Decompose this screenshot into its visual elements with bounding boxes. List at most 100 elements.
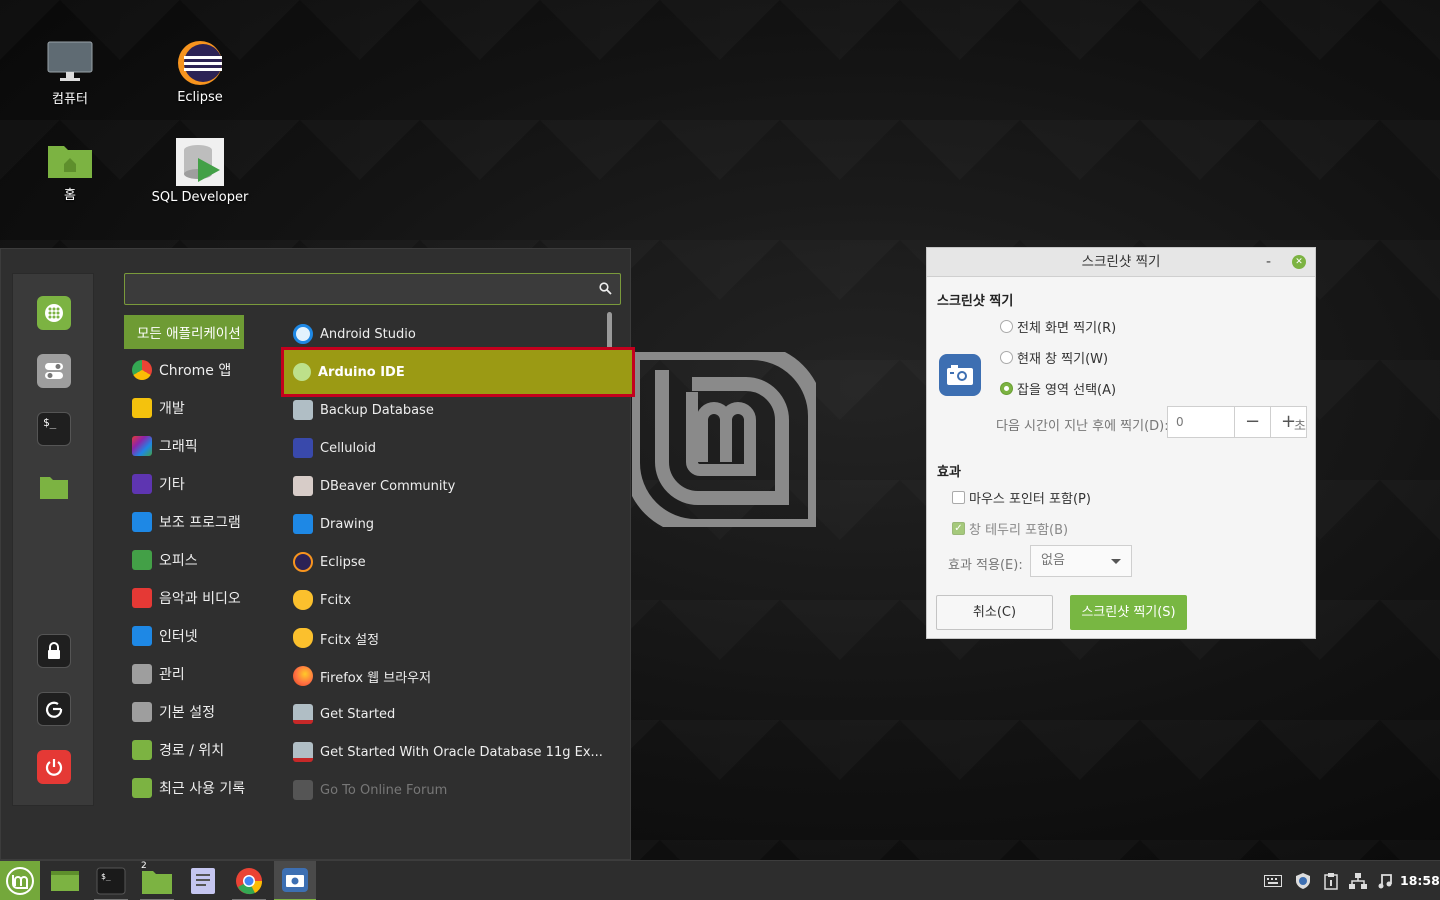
delay-input[interactable]: 0 — [1168, 407, 1234, 437]
category-label: 최근 사용 기록 — [159, 781, 246, 797]
menu-search-field[interactable] — [124, 273, 621, 305]
category-label: 기타 — [159, 477, 185, 493]
category-recent-files[interactable]: 최근 사용 기록 — [124, 769, 274, 807]
category-graphics[interactable]: 그래픽 — [124, 427, 274, 465]
app-get-started-oracle[interactable]: Get Started With Oracle Database 11g Ex.… — [284, 733, 624, 771]
taskbar-terminal[interactable]: $_ — [90, 861, 132, 900]
dialog-title: 스크린샷 찍기 — [1081, 254, 1161, 270]
taskbar-text-editor[interactable] — [182, 861, 224, 900]
power-icon — [45, 759, 63, 776]
category-development[interactable]: 개발 — [124, 389, 274, 427]
include-pointer-checkbox[interactable]: 마우스 포인터 포함(P) — [952, 488, 1091, 507]
oracle-database-icon — [293, 742, 313, 762]
files-button[interactable] — [37, 470, 71, 504]
category-other[interactable]: 기타 — [124, 465, 274, 503]
app-label: Go To Online Forum — [320, 782, 448, 798]
logout-button[interactable] — [37, 692, 71, 726]
tray-keyboard[interactable] — [1262, 871, 1284, 891]
terminal-icon: $_ — [43, 416, 57, 429]
app-label: Eclipse — [320, 554, 366, 570]
take-screenshot-button[interactable]: 스크린샷 찍기(S) — [1070, 595, 1187, 630]
app-get-started[interactable]: Get Started — [284, 695, 624, 733]
folder-icon — [40, 477, 68, 499]
taskbar-files[interactable]: 2 — [136, 861, 178, 900]
menu-search-input[interactable] — [125, 274, 620, 304]
cloud-icon — [132, 626, 152, 646]
clock[interactable]: 18:58 — [1400, 873, 1440, 888]
category-office[interactable]: 오피스 — [124, 541, 274, 579]
app-label: DBeaver Community — [320, 478, 456, 494]
desktop-icon-sql-developer[interactable]: SQL Developer — [145, 138, 255, 205]
category-label: 개발 — [159, 401, 185, 417]
category-places[interactable]: 경로 / 위치 — [124, 731, 274, 769]
apply-effect-label: 효과 적용(E): — [948, 558, 1023, 573]
application-list: Android Studio Arduino IDE Backup Databa… — [281, 315, 635, 809]
android-studio-icon — [293, 324, 313, 344]
category-preferences[interactable]: 기본 설정 — [124, 693, 274, 731]
screenshot-dialog: 스크린샷 찍기 - ✕ 스크린샷 찍기 전체 화면 찍기(R) 현재 창 찍기(… — [926, 247, 1316, 639]
administration-icon — [132, 664, 152, 684]
cancel-button[interactable]: 취소(C) — [936, 595, 1053, 630]
apply-effect-dropdown[interactable]: 없음 — [1030, 545, 1132, 577]
software-manager-button[interactable] — [37, 296, 71, 330]
app-fcitx-settings[interactable]: Fcitx 설정 — [284, 619, 624, 657]
app-firefox[interactable]: Firefox 웹 브라우저 — [284, 657, 624, 695]
taskbar-show-desktop[interactable] — [44, 861, 86, 900]
system-settings-button[interactable] — [37, 354, 71, 388]
graphics-icon — [132, 436, 152, 456]
close-button[interactable]: ✕ — [1292, 255, 1306, 269]
taskbar-screenshot[interactable] — [274, 861, 316, 900]
minimize-button[interactable]: - — [1266, 248, 1271, 277]
category-accessories[interactable]: 보조 프로그램 — [124, 503, 274, 541]
keyboard-icon — [1264, 875, 1282, 887]
category-label: 보조 프로그램 — [159, 515, 241, 531]
current-window-radio[interactable]: 현재 창 찍기(W) — [1000, 348, 1108, 367]
taskbar-chrome[interactable] — [228, 861, 270, 900]
lock-screen-button[interactable] — [37, 634, 71, 668]
folder-icon — [142, 871, 172, 894]
app-eclipse[interactable]: Eclipse — [284, 543, 624, 581]
terminal-button[interactable]: $_ — [37, 412, 71, 446]
app-arduino-ide[interactable]: Arduino IDE — [281, 347, 635, 397]
dropdown-value: 없음 — [1041, 553, 1065, 568]
app-drawing[interactable]: Drawing — [284, 505, 624, 543]
tray-sound[interactable] — [1374, 871, 1396, 891]
desktop-icon-computer[interactable]: 컴퓨터 — [15, 40, 125, 107]
app-label: Arduino IDE — [318, 364, 405, 380]
category-internet[interactable]: 인터넷 — [124, 617, 274, 655]
office-icon — [132, 550, 152, 570]
menu-favorites-sidebar: $_ — [12, 273, 94, 806]
app-dbeaver[interactable]: DBeaver Community — [284, 467, 624, 505]
shutdown-button[interactable] — [37, 750, 71, 784]
radio-indicator — [1000, 320, 1013, 333]
tray-clipboard[interactable] — [1320, 871, 1342, 891]
category-all-applications[interactable]: 모든 애플리케이션 — [124, 315, 244, 349]
eclipse-icon — [293, 552, 313, 572]
app-go-to-online-forum[interactable]: Go To Online Forum — [284, 771, 624, 809]
arduino-icon — [293, 363, 311, 381]
desktop-icon-home[interactable]: 홈 — [15, 140, 125, 203]
radio-label: 현재 창 찍기(W) — [1017, 352, 1109, 367]
app-label: Get Started — [320, 706, 396, 722]
close-icon: ✕ — [1295, 257, 1303, 267]
category-chrome-apps[interactable]: Chrome 앱 — [124, 351, 274, 389]
dialog-titlebar[interactable]: 스크린샷 찍기 - ✕ — [927, 248, 1315, 277]
penguin-icon — [293, 590, 313, 610]
category-administration[interactable]: 관리 — [124, 655, 274, 693]
tray-update-manager[interactable] — [1292, 871, 1314, 891]
app-fcitx[interactable]: Fcitx — [284, 581, 624, 619]
category-list: 모든 애플리케이션 Chrome 앱 개발 그래픽 기타 보조 프로그램 오피스… — [124, 315, 274, 807]
app-celluloid[interactable]: Celluloid — [284, 429, 624, 467]
category-sound-video[interactable]: 음악과 비디오 — [124, 579, 274, 617]
include-border-checkbox[interactable]: ✓ 창 테두리 포함(B) — [952, 519, 1068, 538]
desktop-icon-eclipse[interactable]: Eclipse — [145, 40, 255, 105]
select-area-radio[interactable]: 잡을 영역 선택(A) — [1000, 379, 1116, 398]
play-icon — [132, 588, 152, 608]
desktop-icon-label: Eclipse — [177, 90, 223, 105]
tray-network[interactable] — [1347, 871, 1369, 891]
delay-decrease-button[interactable]: − — [1234, 407, 1270, 437]
menu-start-button[interactable] — [0, 861, 40, 900]
app-label: Get Started With Oracle Database 11g Ex.… — [320, 744, 603, 760]
fullscreen-radio[interactable]: 전체 화면 찍기(R) — [1000, 317, 1116, 336]
oracle-database-icon — [293, 780, 313, 800]
